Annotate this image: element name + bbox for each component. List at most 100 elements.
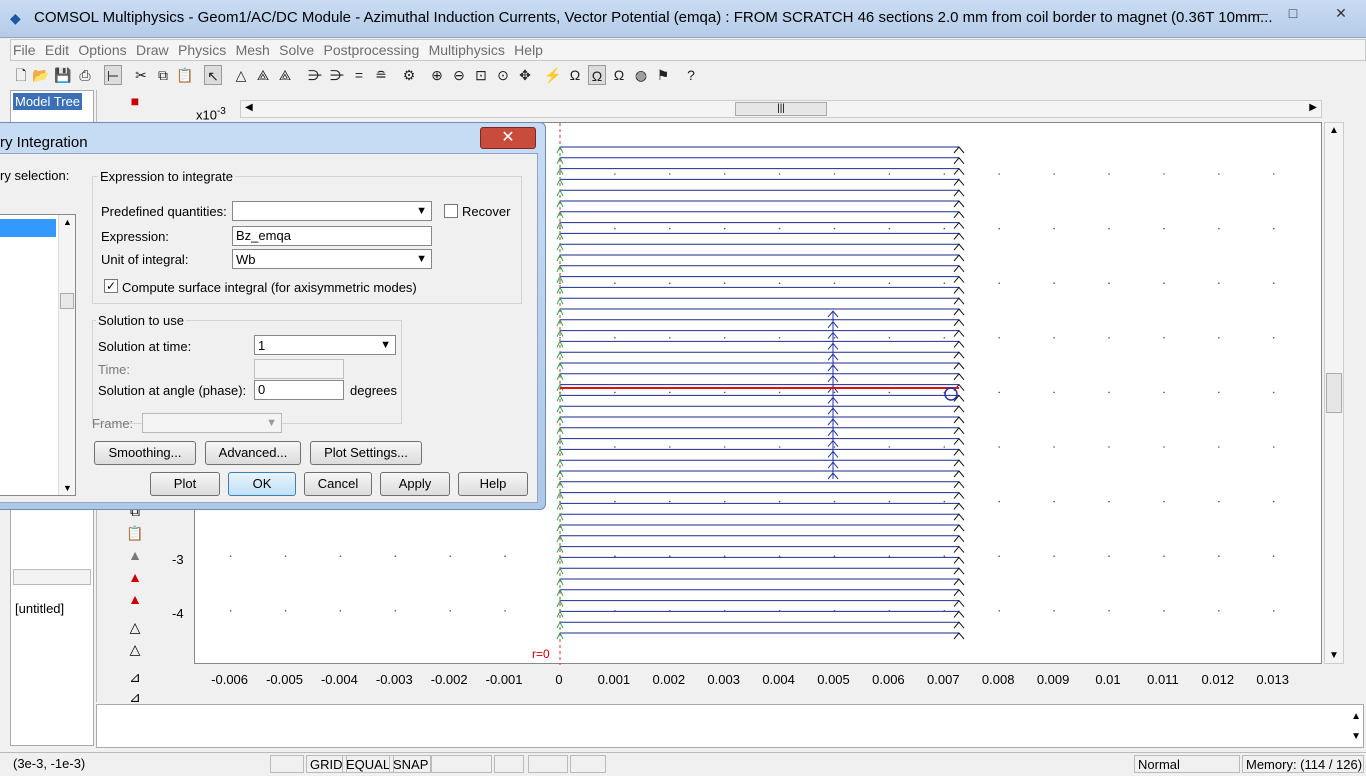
expression-input[interactable]: Bz_emqa (232, 226, 432, 246)
animate-icon[interactable]: ⚑ (654, 65, 672, 85)
maximize-button[interactable]: □ (1282, 2, 1304, 24)
snap-toggle[interactable]: SNAP (389, 755, 433, 773)
point-mode-icon[interactable]: ⟁ (276, 65, 294, 85)
menu-options[interactable]: Options (76, 40, 130, 58)
zoom-in-icon[interactable]: ⊕ (428, 65, 446, 85)
new-file-icon[interactable]: 🗋 (12, 65, 30, 85)
draw-rectangle-icon[interactable]: ■ (124, 92, 146, 110)
zoom-extents-icon[interactable]: ⊙ (494, 65, 512, 85)
grid-dot (449, 555, 451, 557)
ok-button[interactable]: OK (228, 472, 296, 496)
model-tree-tab[interactable]: Model Tree (13, 93, 83, 110)
scroll-up-icon[interactable]: ▲ (1329, 125, 1339, 136)
log-scroll-down-icon[interactable]: ▼ (1351, 731, 1361, 742)
selected-boundary-item[interactable] (0, 219, 56, 237)
help-question-icon[interactable]: ? (682, 65, 700, 85)
paste-object-icon[interactable]: 📋 (124, 524, 146, 542)
y-tick-label: -3 (172, 552, 184, 567)
list-scroll-thumb[interactable] (60, 293, 74, 309)
geometry-mode-icon[interactable]: △ (232, 65, 250, 85)
scalar-variables-icon[interactable]: ≘ (372, 65, 390, 85)
menu-multiphysics[interactable]: Multiphysics (427, 40, 509, 58)
open-folder-icon[interactable]: 📂 (32, 65, 50, 85)
list-scroll-up-icon[interactable]: ▲ (63, 217, 72, 227)
list-scroll-down-icon[interactable]: ▼ (63, 483, 72, 493)
plot-settings-button[interactable]: Plot Settings... (310, 441, 422, 465)
print-icon[interactable]: ⎙ (76, 65, 94, 85)
zoom-window-icon[interactable]: ⊡ (472, 65, 490, 85)
time-input[interactable] (254, 359, 344, 379)
zoom-out-icon[interactable]: ⊖ (450, 65, 468, 85)
subdomain-settings-icon[interactable]: ⋺ (306, 65, 324, 85)
triangle-gray-icon[interactable]: ▲ (124, 546, 146, 564)
copy-icon[interactable]: ⧉ (154, 65, 172, 85)
equal-toggle[interactable]: EQUAL (342, 755, 395, 773)
scroll-right-icon[interactable]: ▶ (1309, 102, 1317, 113)
close-window-button[interactable]: ✕ (1326, 2, 1356, 24)
solve-icon[interactable]: ⚡ (544, 65, 562, 85)
triangle-outline-icon[interactable]: △ (124, 618, 146, 636)
plot-horizontal-scrollbar[interactable]: ◀ ||| ▶ (240, 100, 1322, 118)
pan-icon[interactable]: ✥ (516, 65, 534, 85)
minimize-button[interactable]: — (1250, 2, 1272, 24)
compute-surface-checkbox[interactable]: ✓ (104, 279, 118, 293)
triangle-outline-2-icon[interactable]: △ (124, 640, 146, 658)
triangle-red-icon[interactable]: ▲ (124, 568, 146, 586)
dark-arrow (953, 167, 965, 175)
dialog-close-button[interactable]: ✕ (480, 127, 536, 149)
menu-help[interactable]: Help (512, 40, 547, 58)
plot-parameters-icon[interactable]: Ω (588, 65, 606, 85)
triangle-line-icon[interactable]: ⊿ (124, 668, 146, 686)
vscroll-thumb[interactable] (1326, 373, 1342, 413)
menu-file[interactable]: File (11, 40, 40, 58)
menu-draw[interactable]: Draw (134, 40, 173, 58)
frame-dropdown[interactable]: ▼ (142, 413, 282, 433)
list-scrollbar[interactable]: ▲ ▼ (58, 215, 75, 495)
smoothing-button[interactable]: Smoothing... (94, 441, 196, 465)
predefined-quantities-dropdown[interactable]: ▼ (232, 201, 432, 221)
advanced-button[interactable]: Advanced... (205, 441, 301, 465)
menu-edit[interactable]: Edit (43, 40, 73, 58)
message-log-area[interactable]: ▲ ▼ (96, 704, 1364, 748)
plot-vertical-scrollbar[interactable]: ▲ ▼ (1324, 122, 1344, 664)
menu-mesh[interactable]: Mesh (234, 40, 274, 58)
dark-arrow (953, 319, 965, 327)
recover-checkbox[interactable] (444, 204, 458, 218)
solution-time-dropdown[interactable]: 1 ▼ (254, 335, 396, 355)
model-navigator-icon[interactable]: ⊢ (104, 65, 122, 85)
grid-dot (669, 227, 671, 230)
scroll-left-icon[interactable]: ◀ (245, 102, 253, 113)
dark-arrow (953, 535, 965, 543)
save-icon[interactable]: 💾 (54, 65, 72, 85)
grid-dot (669, 391, 671, 394)
select-pointer-icon[interactable]: ↖ (204, 65, 222, 85)
unit-of-integral-dropdown[interactable]: Wb ▼ (232, 249, 432, 269)
grid-toggle[interactable]: GRID (306, 755, 347, 773)
scroll-down-icon[interactable]: ▼ (1329, 650, 1339, 661)
x-tick-label: 0.007 (927, 672, 960, 687)
scroll-thumb[interactable]: ||| (735, 102, 827, 116)
boundary-settings-icon[interactable]: ⋺ (328, 65, 346, 85)
omega-icon[interactable]: Ω (610, 65, 628, 85)
sphere-icon[interactable]: ◍ (632, 65, 650, 85)
grid-dot (1272, 227, 1275, 230)
grid-dot (998, 227, 1000, 230)
boundary-mode-icon[interactable]: ⟁ (254, 65, 272, 85)
cut-icon[interactable]: ✂ (132, 65, 150, 85)
menu-physics[interactable]: Physics (176, 40, 230, 58)
menu-postprocessing[interactable]: Postprocessing (322, 40, 424, 58)
menu-solve[interactable]: Solve (277, 40, 318, 58)
cancel-button[interactable]: Cancel (304, 472, 372, 496)
solution-angle-input[interactable]: 0 (254, 380, 344, 400)
boundary-selection-list[interactable]: ▲ ▼ (0, 214, 76, 496)
paste-icon[interactable]: 📋 (176, 65, 194, 85)
model-tree-scrollbar[interactable] (13, 569, 91, 585)
triangle-red-x-icon[interactable]: ▲ (124, 590, 146, 608)
equals-icon[interactable]: = (350, 65, 368, 85)
solver-parameters-icon[interactable]: Ω (566, 65, 584, 85)
plot-button[interactable]: Plot (150, 472, 220, 496)
help-button[interactable]: Help (458, 472, 528, 496)
mesh-icon[interactable]: ⚙ (400, 65, 418, 85)
apply-button[interactable]: Apply (380, 472, 450, 496)
log-scroll-up-icon[interactable]: ▲ (1351, 711, 1361, 722)
